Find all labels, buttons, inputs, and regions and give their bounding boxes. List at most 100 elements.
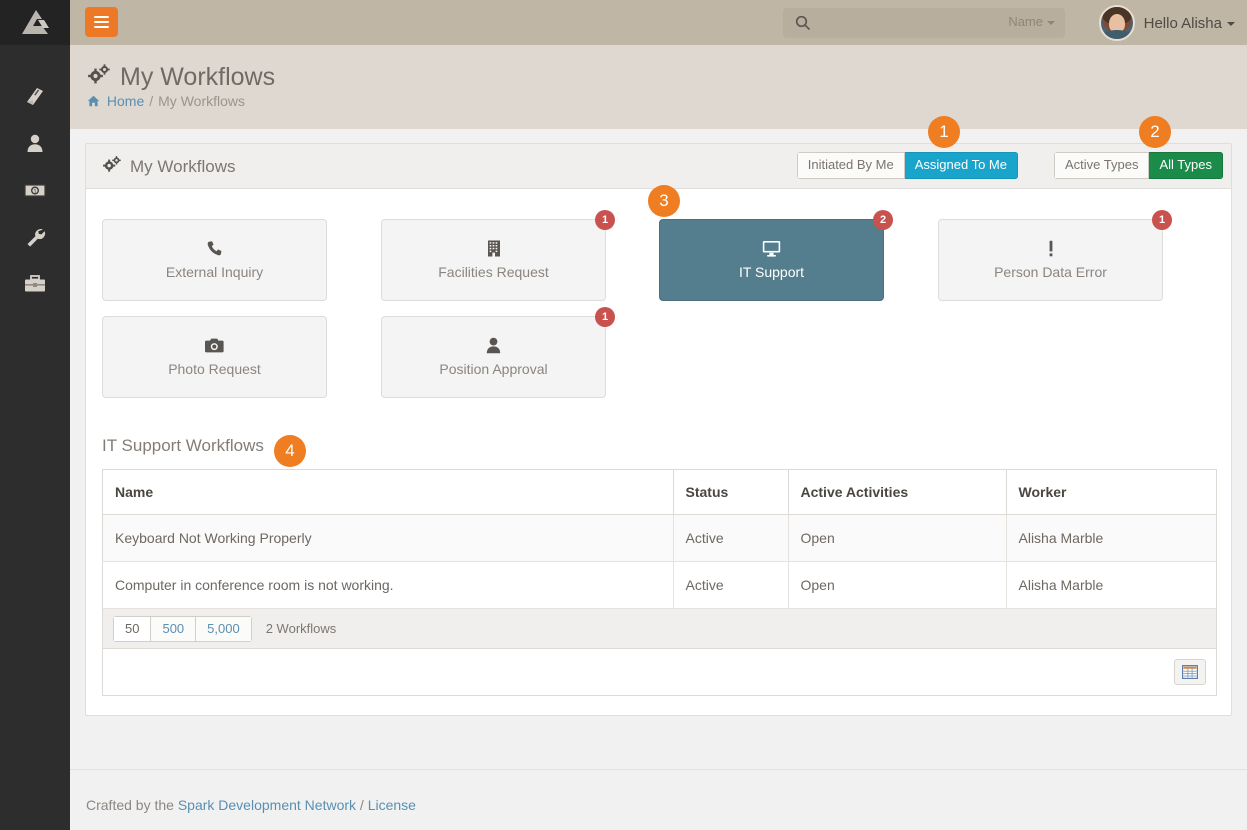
- svg-text:1: 1: [33, 188, 37, 195]
- person-icon: [27, 134, 43, 152]
- content-area: My Workflows Initiated By Me Assigned To…: [70, 116, 1247, 769]
- cell-name: Computer in conference room is not worki…: [103, 561, 674, 609]
- export-to-excel-button[interactable]: [1174, 659, 1206, 685]
- phone-icon: [206, 240, 223, 257]
- tile-label: Position Approval: [439, 361, 548, 377]
- tile-count-badge: 1: [1152, 210, 1172, 230]
- wrench-icon: [27, 228, 46, 247]
- tile-facilities-request[interactable]: 1 Facilities Request: [381, 210, 615, 301]
- tile-count-badge: 1: [595, 307, 615, 327]
- scope-toggle-group: Initiated By Me Assigned To Me: [796, 152, 1018, 179]
- toggle-assigned-to-me[interactable]: Assigned To Me: [904, 152, 1018, 179]
- column-header-worker[interactable]: Worker: [1006, 470, 1216, 515]
- tile-it-support[interactable]: 2 IT Support: [659, 210, 893, 301]
- page-size-500[interactable]: 500: [151, 615, 197, 642]
- tile-label: Person Data Error: [994, 264, 1107, 280]
- rail-item-tools[interactable]: [0, 260, 70, 307]
- book-icon: [27, 87, 43, 105]
- cell-name: Keyboard Not Working Properly: [103, 514, 674, 562]
- row-count-label: 2 Workflows: [265, 621, 337, 636]
- tile-label: External Inquiry: [165, 264, 264, 280]
- user-icon: [486, 337, 501, 354]
- footer-separator: /: [356, 797, 368, 813]
- table-actions-bar: [103, 649, 1216, 695]
- column-header-status[interactable]: Status: [673, 470, 789, 515]
- page-header: My Workflows Home / My Workflows: [70, 45, 1247, 129]
- top-bar: Name Hello Alisha: [70, 0, 1247, 45]
- tile-position-approval[interactable]: 1 Position Approval: [381, 307, 615, 398]
- desktop-icon: [762, 240, 781, 257]
- tile-external-inquiry[interactable]: External Inquiry: [102, 219, 327, 301]
- page-size-group: 50 500 5,000: [113, 615, 252, 642]
- search-input[interactable]: [815, 8, 1005, 38]
- user-menu[interactable]: Hello Alisha: [1098, 4, 1235, 42]
- page-size-5000[interactable]: 5,000: [196, 615, 252, 642]
- footer-link-license[interactable]: License: [368, 797, 416, 813]
- home-icon: [87, 93, 104, 109]
- cell-status: Active: [673, 561, 789, 609]
- toggle-active-types[interactable]: Active Types: [1054, 152, 1150, 179]
- app-logo[interactable]: [0, 0, 70, 45]
- rock-rms-logo-icon: [22, 9, 49, 34]
- panel-header: My Workflows Initiated By Me Assigned To…: [86, 144, 1231, 189]
- workflow-table-container: Name Status Active Activities Worker Key…: [102, 469, 1217, 696]
- footer-link-spark[interactable]: Spark Development Network: [178, 797, 356, 813]
- chevron-down-icon: [1227, 21, 1235, 26]
- page-footer: Crafted by the Spark Development Network…: [70, 769, 1247, 830]
- callout-marker-4: 4: [274, 435, 306, 467]
- camera-icon: [205, 337, 224, 354]
- search-scope-dropdown[interactable]: Name: [1008, 14, 1055, 29]
- building-icon: [487, 240, 501, 257]
- panel-title-text: My Workflows: [130, 156, 236, 176]
- cell-status: Active: [673, 514, 789, 562]
- callout-marker-1: 1: [928, 116, 960, 148]
- callout-marker-2: 2: [1139, 116, 1171, 148]
- tile-person-data-error[interactable]: 1 Person Data Error: [938, 210, 1172, 301]
- tile-label: Photo Request: [168, 361, 261, 377]
- footer-credit: Crafted by the Spark Development Network…: [86, 797, 416, 813]
- rail-item-finance[interactable]: 1: [0, 166, 70, 213]
- page-size-50[interactable]: 50: [113, 615, 152, 642]
- hamburger-icon: [94, 13, 109, 31]
- rail-item-cms[interactable]: [0, 72, 70, 119]
- my-workflows-panel: My Workflows Initiated By Me Assigned To…: [85, 143, 1232, 716]
- gears-icon: [87, 63, 111, 92]
- table-body: Keyboard Not Working Properly Active Ope…: [103, 514, 1216, 609]
- callout-marker-3: 3: [648, 185, 680, 217]
- table-footer: 50 500 5,000 2 Workflows: [103, 609, 1216, 649]
- search-scope-label: Name: [1008, 14, 1043, 29]
- breadcrumb-home[interactable]: Home: [87, 93, 144, 109]
- tile-count-badge: 2: [873, 210, 893, 230]
- cell-activities: Open: [788, 561, 1007, 609]
- money-bill-icon: 1: [24, 183, 46, 197]
- rail-item-people[interactable]: [0, 119, 70, 166]
- menu-toggle-button[interactable]: [85, 7, 118, 37]
- tile-label: Facilities Request: [438, 264, 549, 280]
- cell-activities: Open: [788, 514, 1007, 562]
- search-icon: [795, 15, 811, 36]
- rail-item-admin-tools[interactable]: [0, 213, 70, 260]
- tile-photo-request[interactable]: Photo Request: [102, 316, 327, 398]
- column-header-active-activities[interactable]: Active Activities: [788, 470, 1007, 515]
- chevron-down-icon: [1047, 20, 1055, 25]
- cell-worker: Alisha Marble: [1006, 561, 1216, 609]
- breadcrumb-current: My Workflows: [158, 93, 245, 109]
- breadcrumb-separator: /: [149, 93, 154, 109]
- table-head: Name Status Active Activities Worker: [103, 470, 1216, 515]
- page-title-text: My Workflows: [120, 63, 276, 91]
- workflow-table: Name Status Active Activities Worker Key…: [103, 470, 1216, 609]
- table-row[interactable]: Keyboard Not Working Properly Active Ope…: [103, 514, 1216, 562]
- toggle-all-types[interactable]: All Types: [1149, 152, 1223, 179]
- avatar: [1098, 5, 1135, 41]
- user-greeting-label: Hello Alisha: [1143, 14, 1222, 32]
- table-row[interactable]: Computer in conference room is not worki…: [103, 561, 1216, 609]
- column-header-name[interactable]: Name: [103, 470, 674, 515]
- search-box[interactable]: Name: [783, 8, 1065, 38]
- breadcrumb: Home / My Workflows: [87, 93, 245, 109]
- panel-title: My Workflows: [102, 155, 235, 178]
- toggle-initiated-by-me[interactable]: Initiated By Me: [796, 152, 905, 179]
- icon-rail: 1: [0, 0, 70, 830]
- footer-prefix: Crafted by the: [86, 797, 178, 813]
- excel-grid-icon: [1182, 665, 1198, 679]
- gears-icon: [102, 155, 122, 178]
